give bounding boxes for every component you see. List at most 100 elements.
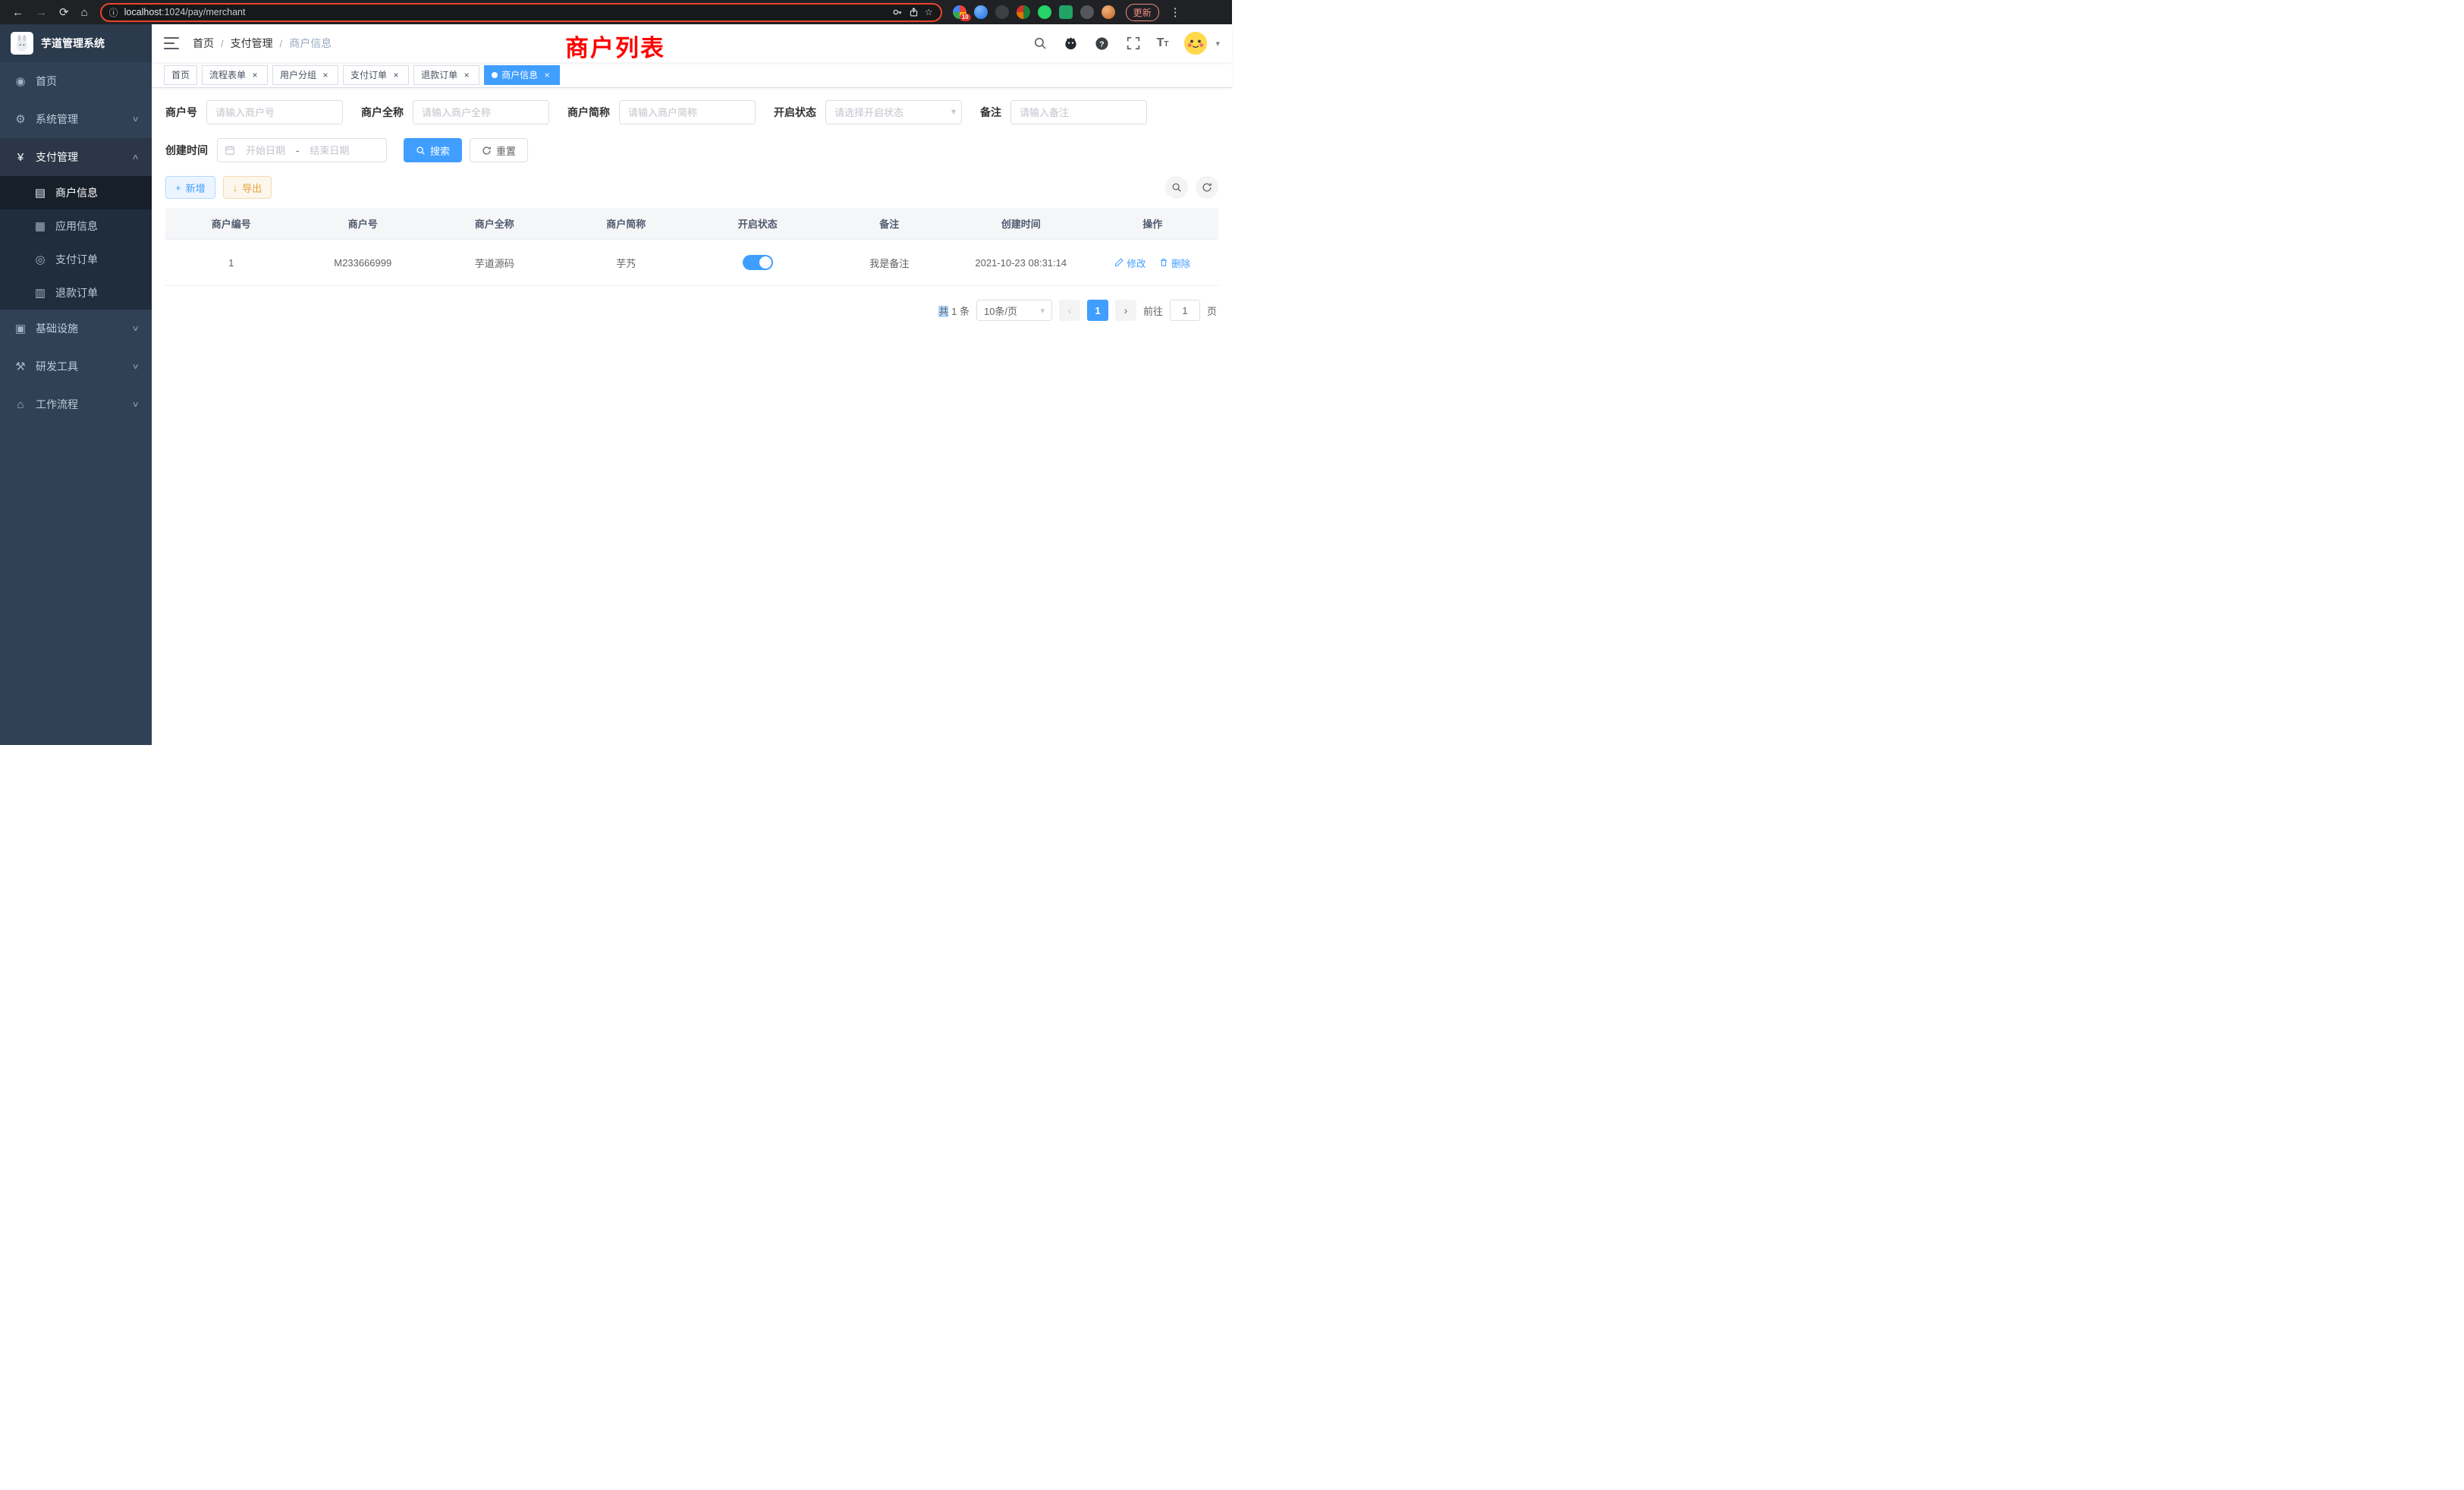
app-logo[interactable]: 芋道管理系统: [0, 24, 152, 62]
cell-merchant-no: M233666999: [297, 240, 429, 286]
browser-menu-icon[interactable]: ⋮: [1167, 5, 1184, 19]
table-mini-actions: [1165, 176, 1218, 199]
sidebar-item-label: 商户信息: [55, 185, 98, 200]
search-icon[interactable]: [1032, 36, 1048, 51]
url-text[interactable]: localhost:1024/pay/merchant: [124, 7, 886, 17]
address-bar[interactable]: ⓘ localhost:1024/pay/merchant ☆: [100, 3, 942, 22]
sidebar-item-workflow[interactable]: ⌂ 工作流程 ∨: [0, 385, 152, 423]
table-header-row: 商户编号 商户号 商户全称 商户简称 开启状态 备注 创建时间 操作: [165, 208, 1218, 240]
sidebar-item-label: 支付订单: [55, 252, 98, 267]
sidebar-item-dev-tools[interactable]: ⚒ 研发工具 ∨: [0, 347, 152, 385]
plus-icon: +: [175, 182, 181, 193]
extension-icon[interactable]: [1080, 5, 1094, 19]
forward-icon[interactable]: →: [36, 7, 47, 18]
caret-down-icon: ▾: [1040, 306, 1045, 316]
tab-refund-order[interactable]: 退款订单×: [413, 65, 479, 85]
column-header: 商户号: [297, 208, 429, 240]
sidebar-item-pay-order[interactable]: ◎ 支付订单: [0, 243, 152, 276]
chevron-down-icon: ∨: [131, 325, 139, 333]
extension-icon[interactable]: [974, 5, 988, 19]
reload-icon[interactable]: ⟳: [59, 7, 69, 18]
status-toggle[interactable]: [743, 255, 773, 270]
edit-link[interactable]: 修改: [1114, 256, 1146, 270]
sidebar-item-system[interactable]: ⚙ 系统管理 ∨: [0, 100, 152, 138]
extension-icon[interactable]: [1102, 5, 1115, 19]
page-size-select[interactable]: 10条/页 ▾: [976, 300, 1052, 321]
export-button[interactable]: ↓ 导出: [223, 176, 272, 199]
sidebar-toggle-icon[interactable]: [164, 37, 179, 49]
extension-icon[interactable]: [1038, 5, 1051, 19]
home-icon[interactable]: ⌂: [81, 7, 88, 18]
sidebar-item-merchant-info[interactable]: ▤ 商户信息: [0, 176, 152, 209]
share-icon[interactable]: [909, 7, 919, 17]
extension-icon[interactable]: 10: [953, 5, 966, 19]
bookmark-star-icon[interactable]: ☆: [925, 7, 933, 17]
goto-page-input[interactable]: [1170, 300, 1200, 321]
extension-icon[interactable]: [1059, 5, 1073, 19]
extension-icon[interactable]: [995, 5, 1009, 19]
payment-submenu: ▤ 商户信息 ▦ 应用信息 ◎ 支付订单 ▥ 退款订单: [0, 176, 152, 310]
close-icon[interactable]: ×: [461, 70, 472, 80]
sidebar-item-infrastructure[interactable]: ▣ 基础设施 ∨: [0, 310, 152, 347]
gear-icon: ⚙: [14, 112, 27, 126]
page-number-1[interactable]: 1: [1087, 300, 1108, 321]
user-dropdown-caret-icon[interactable]: ▾: [1215, 39, 1220, 49]
full-name-input[interactable]: [413, 100, 549, 124]
sidebar-item-refund-order[interactable]: ▥ 退款订单: [0, 276, 152, 310]
cell-status: [692, 240, 824, 286]
password-key-icon[interactable]: [892, 7, 903, 17]
date-range-picker[interactable]: -: [217, 138, 387, 162]
browser-update-button[interactable]: 更新: [1126, 4, 1159, 21]
tab-home[interactable]: 首页: [164, 65, 197, 85]
date-start-input[interactable]: [238, 145, 293, 156]
extension-icon[interactable]: [1017, 5, 1030, 19]
toggle-search-icon[interactable]: [1165, 176, 1188, 199]
pagination-total: 共 1 条: [938, 303, 970, 318]
status-select-input[interactable]: [825, 100, 962, 124]
reset-button[interactable]: 重置: [470, 138, 528, 162]
column-header: 创建时间: [955, 208, 1087, 240]
github-icon[interactable]: [1064, 36, 1079, 51]
breadcrumb-separator: /: [221, 38, 224, 49]
column-header: 备注: [824, 208, 956, 240]
add-button[interactable]: + 新增: [165, 176, 215, 199]
breadcrumb-payment[interactable]: 支付管理: [231, 36, 273, 51]
url-path: :1024/pay/merchant: [162, 7, 246, 17]
help-icon[interactable]: ?: [1095, 36, 1110, 51]
app-title: 芋道管理系统: [41, 36, 105, 51]
total-suffix: 条: [960, 306, 970, 317]
sidebar-item-label: 退款订单: [55, 285, 98, 300]
user-avatar[interactable]: [1184, 32, 1207, 55]
tab-process-form[interactable]: 流程表单×: [202, 65, 268, 85]
merchant-no-input[interactable]: [206, 100, 343, 124]
prev-page-icon[interactable]: ‹: [1059, 300, 1080, 321]
close-icon[interactable]: ×: [391, 70, 401, 80]
navbar-actions: ? TT ▾: [1032, 32, 1220, 55]
next-page-icon[interactable]: ›: [1115, 300, 1136, 321]
remark-input[interactable]: [1010, 100, 1147, 124]
fontsize-icon[interactable]: TT: [1157, 36, 1169, 50]
sidebar-item-app-info[interactable]: ▦ 应用信息: [0, 209, 152, 243]
sidebar-item-home[interactable]: ◉ 首页: [0, 62, 152, 100]
refresh-table-icon[interactable]: [1196, 176, 1218, 199]
search-button[interactable]: 搜索: [404, 138, 462, 162]
short-name-label: 商户简称: [567, 105, 610, 120]
tab-user-group[interactable]: 用户分组×: [272, 65, 338, 85]
delete-link[interactable]: 删除: [1159, 256, 1190, 270]
logo-avatar-icon: [11, 32, 33, 55]
status-select[interactable]: ▾: [825, 100, 962, 124]
sidebar-item-payment[interactable]: ¥ 支付管理 ∧: [0, 138, 152, 176]
back-icon[interactable]: ←: [12, 7, 24, 18]
close-icon[interactable]: ×: [542, 70, 552, 80]
tab-merchant-info[interactable]: 商户信息×: [484, 65, 560, 85]
browser-nav-buttons: ← → ⟳ ⌂: [8, 7, 93, 18]
breadcrumb-home[interactable]: 首页: [193, 36, 214, 51]
close-icon[interactable]: ×: [320, 70, 331, 80]
fullscreen-icon[interactable]: [1126, 36, 1141, 51]
close-icon[interactable]: ×: [250, 70, 260, 80]
date-end-input[interactable]: [302, 145, 357, 156]
short-name-input[interactable]: [619, 100, 756, 124]
tab-pay-order[interactable]: 支付订单×: [343, 65, 409, 85]
cell-merchant-id: 1: [165, 240, 297, 286]
site-info-icon[interactable]: ⓘ: [109, 6, 118, 19]
